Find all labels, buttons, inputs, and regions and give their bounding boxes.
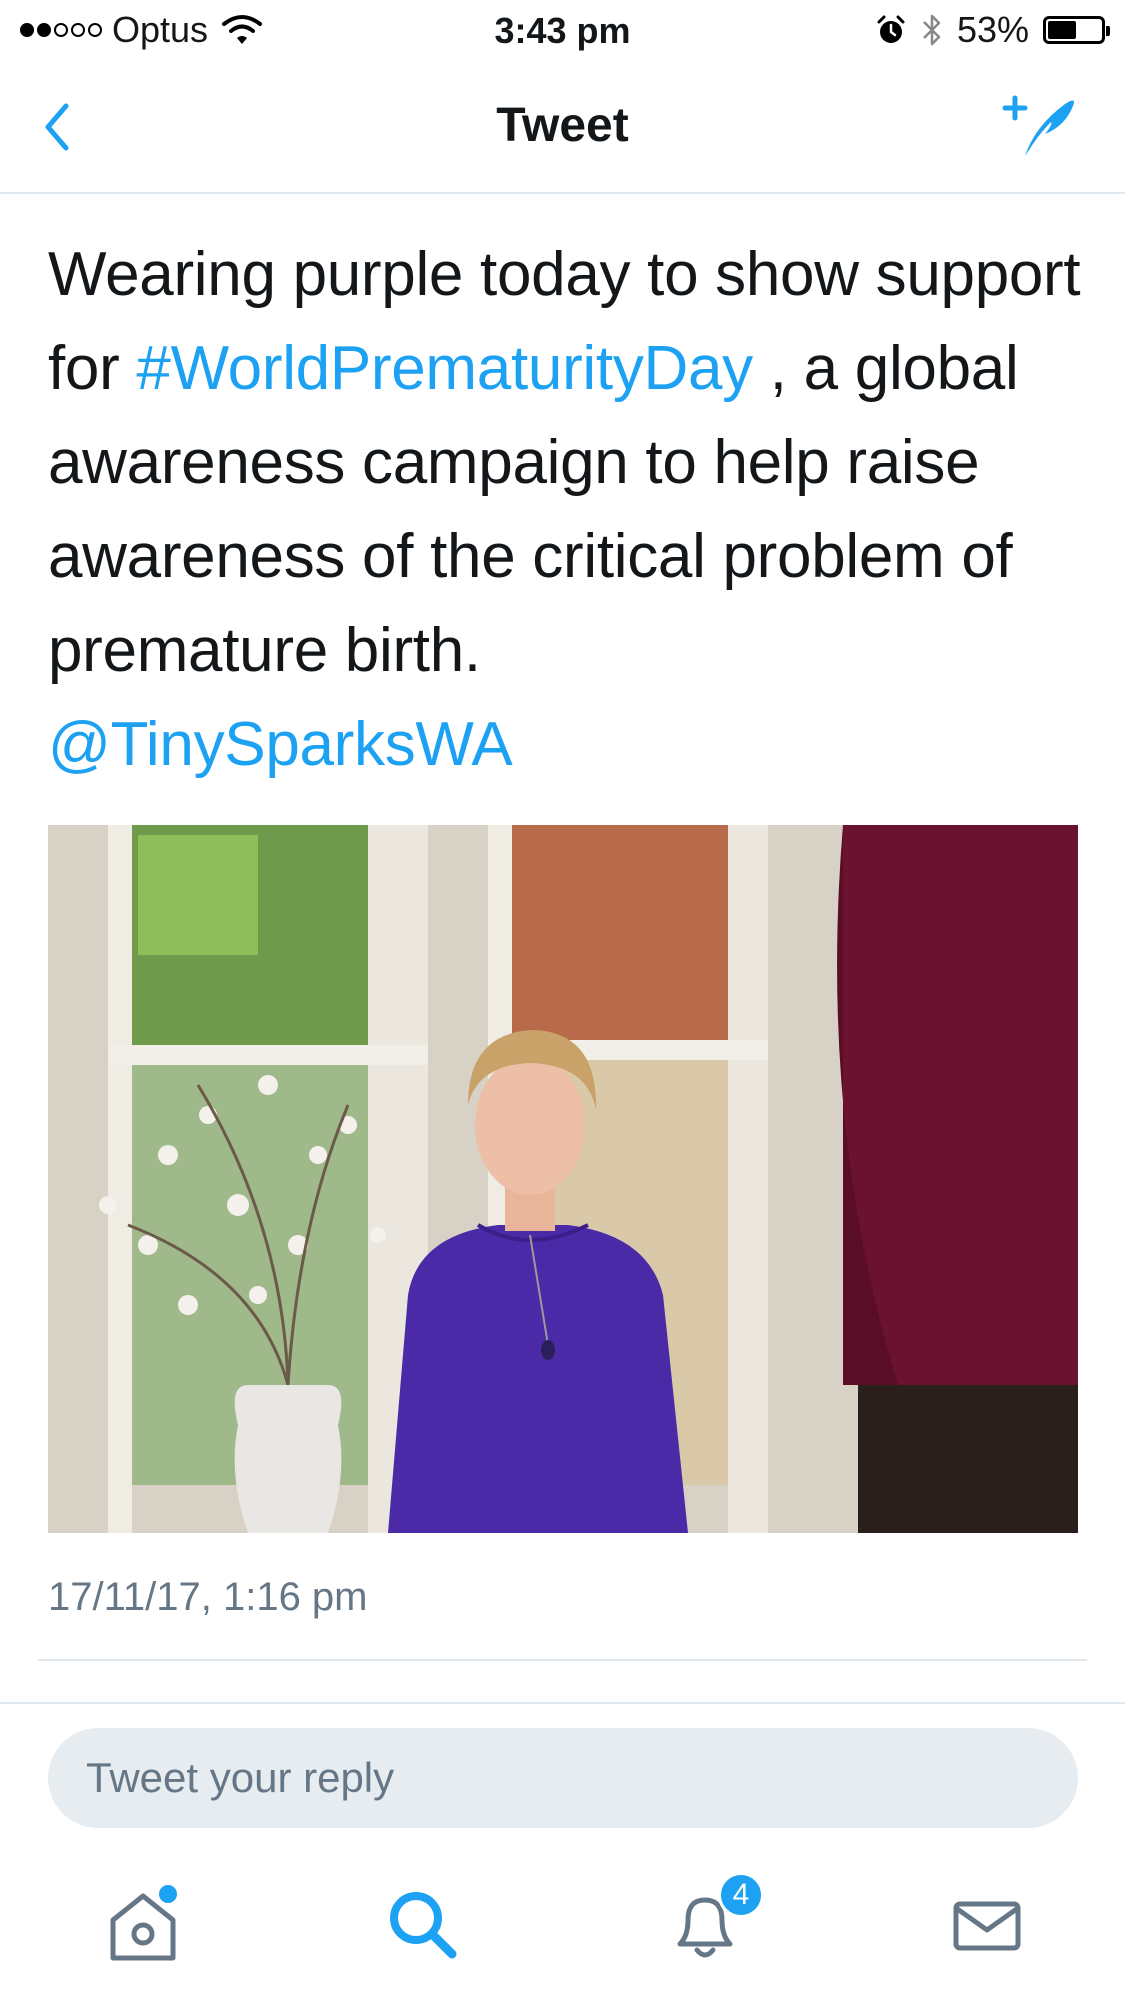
- reply-placeholder: Tweet your reply: [86, 1754, 395, 1801]
- notification-badge: 4: [718, 1872, 764, 1918]
- nav-bar: Tweet: [0, 62, 1125, 194]
- tab-notifications[interactable]: 4: [660, 1872, 764, 1970]
- tweet-timestamp: 17/11/17, 1:16 pm: [48, 1575, 368, 1619]
- battery-percent: 53%: [956, 9, 1029, 50]
- search-icon: [390, 1892, 457, 1959]
- tab-bar: 4: [0, 1860, 1125, 2001]
- page-title: Tweet: [496, 99, 629, 152]
- tab-messages[interactable]: [942, 1880, 1032, 1970]
- mail-icon: [953, 1901, 1021, 1951]
- status-bar: Optus 3:43 pm 53%: [0, 0, 1125, 62]
- divider: [0, 1702, 1125, 1704]
- tweet-text: Wearing purple today to show support for…: [48, 228, 1088, 792]
- photo-woman-in-purple: [48, 825, 1078, 1533]
- bluetooth-icon: [923, 14, 941, 46]
- status-right: 53%: [875, 9, 1110, 50]
- compose-tweet-button[interactable]: [995, 86, 1085, 166]
- tab-search[interactable]: [378, 1880, 468, 1970]
- battery-level: [1048, 21, 1076, 39]
- alarm-icon: [877, 15, 905, 43]
- mention-link[interactable]: @TinySparksWA: [48, 710, 513, 779]
- divider: [38, 1659, 1087, 1661]
- tweet-photo[interactable]: [48, 825, 1078, 1533]
- tab-home[interactable]: [98, 1880, 188, 1970]
- reply-input[interactable]: Tweet your reply: [48, 1728, 1078, 1828]
- battery-icon: [1043, 16, 1110, 44]
- hashtag-link[interactable]: #WorldPrematurityDay: [136, 334, 753, 403]
- unread-indicator: [156, 1882, 180, 1906]
- compose-tweet-icon: [1002, 95, 1074, 156]
